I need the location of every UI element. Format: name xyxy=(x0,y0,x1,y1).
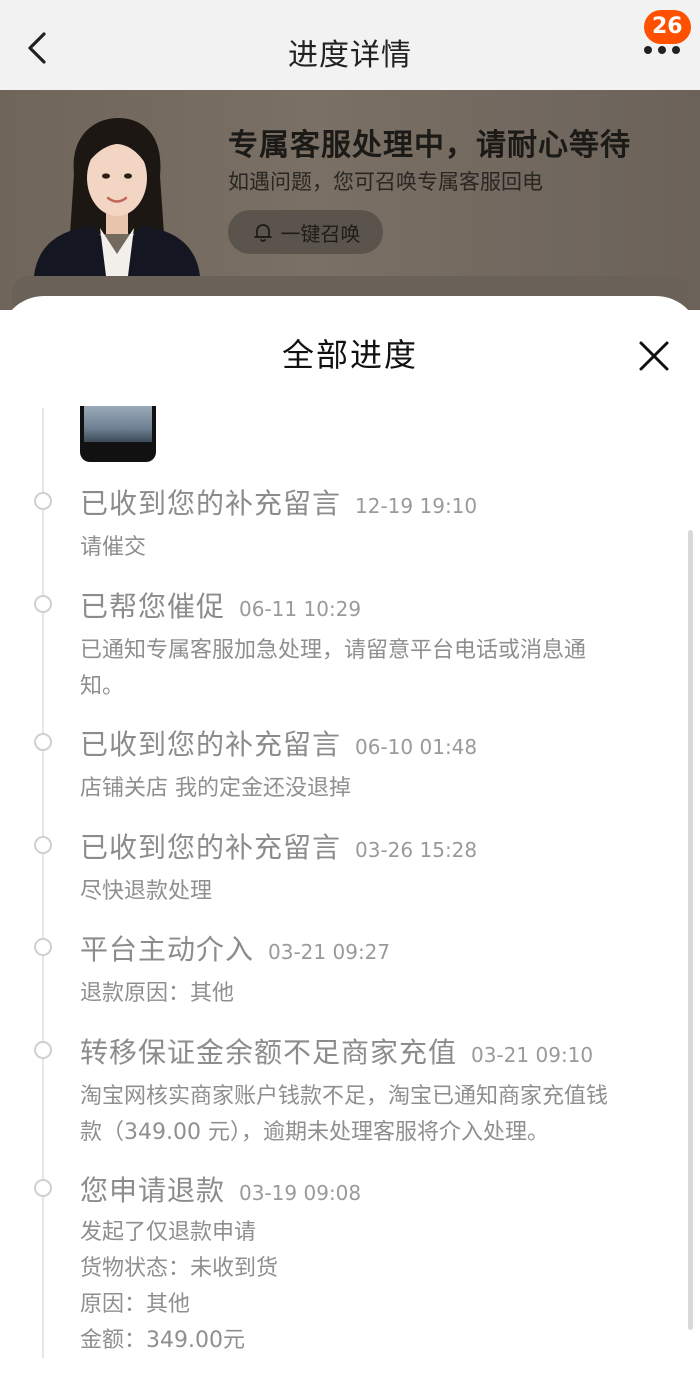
entry-title: 已收到您的补充留言 03-26 15:28 xyxy=(80,826,477,866)
entry-time: 06-11 10:29 xyxy=(239,597,362,621)
page-title: 进度详情 xyxy=(288,38,412,73)
timeline-dot xyxy=(34,938,52,956)
entry-title-text: 已帮您催促 xyxy=(80,590,226,623)
service-banner: 专属客服处理中，请耐心等待 如遇问题，您可召唤专属客服回电 一键召唤 xyxy=(0,90,700,316)
sheet-title: 全部进度 xyxy=(281,336,418,374)
top-nav-bar: 进度详情 26 xyxy=(0,0,700,90)
entry-title: 已收到您的补充留言 06-10 01:48 xyxy=(80,723,477,763)
attachment-image xyxy=(84,406,152,442)
timeline-dot xyxy=(34,733,52,751)
close-button[interactable] xyxy=(634,336,674,376)
banner-title: 专属客服处理中，请耐心等待 xyxy=(228,128,631,163)
entry-time: 03-21 09:27 xyxy=(268,940,391,964)
entry-time: 03-21 09:10 xyxy=(471,1043,594,1067)
timeline-dot xyxy=(34,836,52,854)
all-progress-sheet: 全部进度 已收到您的补充留言 12-19 19:10 请催交 已帮您催促 06-11… xyxy=(0,296,700,1374)
one-click-call-button[interactable]: 一键召唤 xyxy=(228,210,383,254)
entry-title-text: 您申请退款 xyxy=(80,1174,226,1207)
entry-title: 您申请退款 03-19 09:08 xyxy=(80,1169,361,1209)
entry-title-text: 已收到您的补充留言 xyxy=(80,728,342,761)
entry-title-text: 转移保证金余额不足商家充值 xyxy=(80,1036,458,1069)
progress-detail-page: 进度详情 26 专属客服处理中，请耐心等待 如遇问题，您可召唤专属客服回电 一键… xyxy=(0,0,700,1374)
entry-description: 已通知专属客服加急处理，请留意平台电话或消息通 知。 xyxy=(80,638,587,699)
timeline-dot xyxy=(34,1041,52,1059)
scrollbar[interactable] xyxy=(688,530,693,1330)
entry-time: 12-19 19:10 xyxy=(355,494,478,518)
timeline-dot xyxy=(34,1179,52,1197)
entry-description: 退款原因：其他 xyxy=(80,981,235,1006)
timeline-dot xyxy=(34,595,52,613)
banner-subtitle: 如遇问题，您可召唤专属客服回电 xyxy=(228,170,543,194)
close-icon xyxy=(639,341,669,371)
entry-title: 已收到您的补充留言 12-19 19:10 xyxy=(80,482,477,522)
entry-title-text: 已收到您的补充留言 xyxy=(80,831,342,864)
entry-time: 03-26 15:28 xyxy=(355,838,478,862)
entry-time: 06-10 01:48 xyxy=(355,735,478,759)
call-button-label: 一键召唤 xyxy=(280,221,361,246)
entry-description: 店铺关店 我的定金还没退掉 xyxy=(80,776,351,801)
entry-title: 转移保证金余额不足商家充值 03-21 09:10 xyxy=(80,1031,593,1071)
entry-title: 平台主动介入 03-21 09:27 xyxy=(80,928,390,968)
timeline-line xyxy=(42,408,44,1358)
notification-badge: 26 xyxy=(644,10,691,44)
entry-description: 尽快退款处理 xyxy=(80,879,213,904)
entry-description: 请催交 xyxy=(80,535,147,560)
timeline-dot xyxy=(34,492,52,510)
entry-title: 已帮您催促 06-11 10:29 xyxy=(80,585,361,625)
entry-description: 淘宝网核实商家账户钱款不足，淘宝已通知商家充值钱 款（349.00 元），逾期未… xyxy=(80,1084,609,1145)
customer-service-avatar xyxy=(34,118,200,276)
entry-description: 发起了仅退款申请 货物状态：未收到货 原因：其他 金额：349.00元 xyxy=(80,1220,279,1353)
bell-icon xyxy=(253,224,272,242)
entry-title-text: 已收到您的补充留言 xyxy=(80,487,342,520)
entry-time: 03-19 09:08 xyxy=(239,1181,362,1205)
entry-title-text: 平台主动介入 xyxy=(80,933,255,966)
attachment-thumbnail[interactable] xyxy=(80,406,156,462)
